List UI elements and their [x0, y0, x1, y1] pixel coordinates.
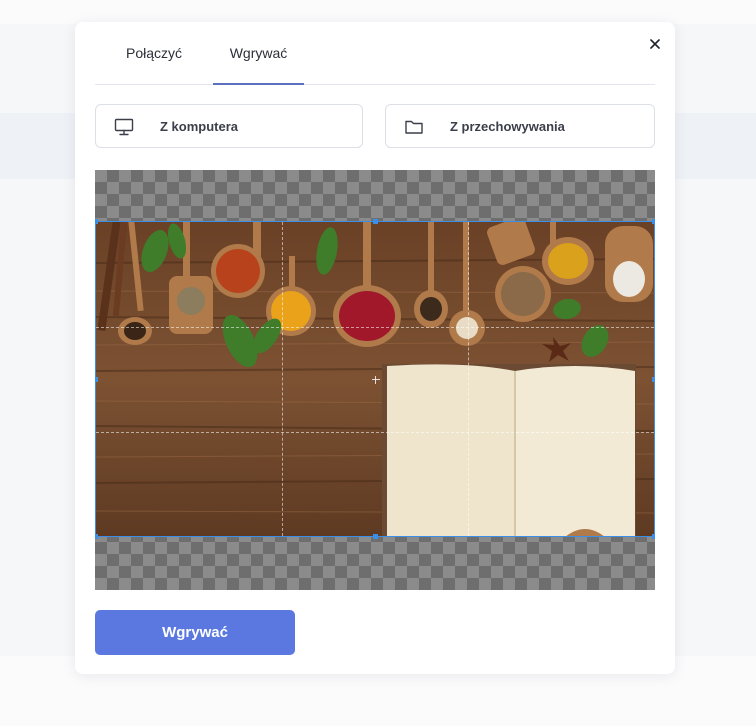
crop-center-icon [372, 376, 380, 384]
upload-button[interactable]: Wgrywać [95, 610, 295, 655]
tab-upload-label: Wgrywać [229, 45, 288, 61]
crop-handle-top-left[interactable] [95, 219, 98, 224]
crop-handle-left[interactable] [95, 377, 98, 382]
crop-grid-line [282, 222, 283, 536]
crop-grid-line [468, 222, 469, 536]
from-computer-label: Z komputera [160, 118, 239, 134]
crop-handle-right[interactable] [652, 377, 655, 382]
background-header [0, 0, 756, 24]
tab-bar: Połączyć Wgrywać [95, 22, 655, 85]
crop-handle-bottom[interactable] [373, 534, 378, 539]
from-storage-label: Z przechowywania [450, 118, 565, 134]
crop-handle-bottom-left[interactable] [95, 534, 98, 539]
tab-connect-label: Połączyć [125, 45, 183, 61]
crop-handle-top[interactable] [373, 219, 378, 224]
image-cropper[interactable] [95, 170, 655, 590]
from-computer-button[interactable]: Z komputera [95, 104, 363, 148]
from-storage-button[interactable]: Z przechowywania [385, 104, 655, 148]
monitor-icon [114, 118, 134, 136]
page: Połączyć Wgrywać Z komputera Z przechowy… [0, 0, 756, 726]
upload-modal: Połączyć Wgrywać Z komputera Z przechowy… [75, 22, 675, 674]
crop-grid-line [96, 327, 654, 328]
crop-handle-top-right[interactable] [652, 219, 655, 224]
crop-handle-bottom-right[interactable] [652, 534, 655, 539]
tab-upload[interactable]: Wgrywać [213, 22, 304, 85]
folder-icon [405, 120, 423, 134]
crop-selection[interactable] [95, 219, 655, 539]
tab-connect[interactable]: Połączyć [95, 22, 213, 84]
crop-grid-line [96, 432, 654, 433]
